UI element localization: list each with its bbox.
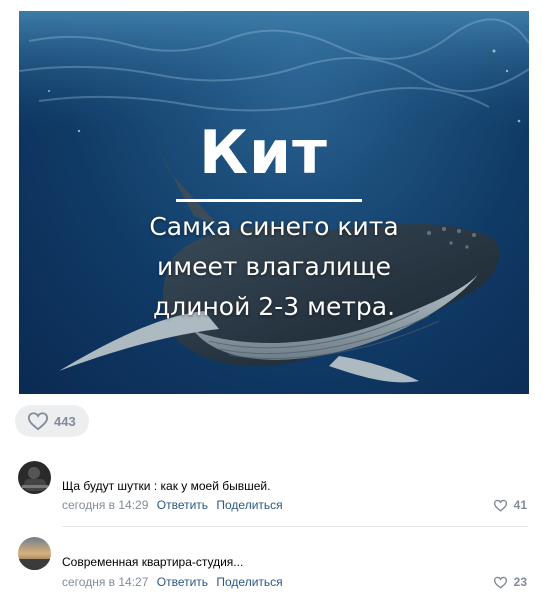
- share-link[interactable]: Поделиться: [216, 498, 282, 512]
- sunset-avatar-image: [18, 537, 51, 570]
- heart-outline-icon: [493, 576, 507, 589]
- meme-caption: Самка синего кита имеет влагалище длиной…: [139, 207, 409, 327]
- comment-like-count: 41: [513, 498, 527, 512]
- share-link[interactable]: Поделиться: [216, 575, 282, 589]
- meme-title-underline: [176, 199, 362, 202]
- comment-meta: сегодня в 14:29 Ответить Поделиться: [62, 498, 283, 512]
- avatar[interactable]: [18, 461, 51, 494]
- comment-like-button[interactable]: 23: [493, 575, 527, 589]
- comment-divider: [62, 526, 528, 527]
- comment-time: сегодня в 14:29: [62, 498, 149, 512]
- post-image[interactable]: Кит Самка синего кита имеет влагалище дл…: [19, 11, 529, 394]
- post-like-count: 443: [54, 413, 76, 429]
- caption-line: длиной 2-3 метра.: [152, 292, 396, 321]
- comment-time: сегодня в 14:27: [62, 575, 149, 589]
- avatar[interactable]: [18, 537, 51, 570]
- post-like-button[interactable]: 443: [15, 405, 89, 437]
- reply-link[interactable]: Ответить: [157, 575, 208, 589]
- caption-line: Самка синего кита: [149, 212, 399, 241]
- reply-link[interactable]: Ответить: [157, 498, 208, 512]
- meme-title: Кит: [199, 118, 328, 188]
- whale-illustration: [19, 11, 529, 383]
- comment-meta: сегодня в 14:27 Ответить Поделиться: [62, 575, 283, 589]
- comment-text: Ща будут шутки : как у моей бывшей.: [62, 479, 271, 493]
- comment-like-button[interactable]: 41: [493, 498, 527, 512]
- heart-outline-icon: [493, 499, 507, 512]
- dark-avatar-image: [18, 461, 51, 494]
- comment-text: Современная квартира-студия...: [62, 555, 244, 569]
- caption-line: имеет влагалище: [156, 252, 392, 281]
- comment-like-count: 23: [513, 575, 527, 589]
- heart-outline-icon: [27, 412, 49, 431]
